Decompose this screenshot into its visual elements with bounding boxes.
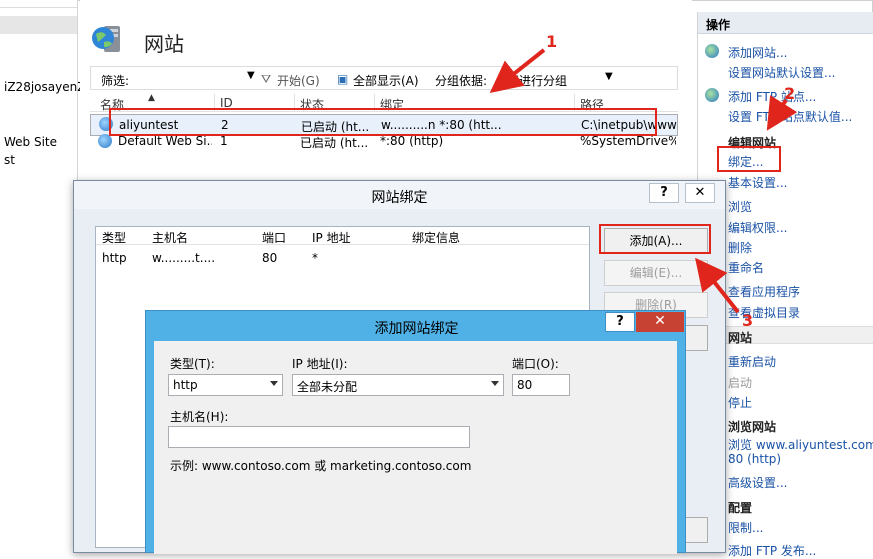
arrow-to-bindings — [766, 95, 798, 131]
annotation-1: 1 — [546, 32, 558, 51]
annotation-3: 3 — [742, 311, 754, 330]
arrow-to-site-row — [489, 48, 546, 93]
annotation-2: 2 — [784, 84, 796, 103]
arrow-to-add-button — [695, 257, 740, 314]
annotation-arrows — [489, 48, 798, 314]
